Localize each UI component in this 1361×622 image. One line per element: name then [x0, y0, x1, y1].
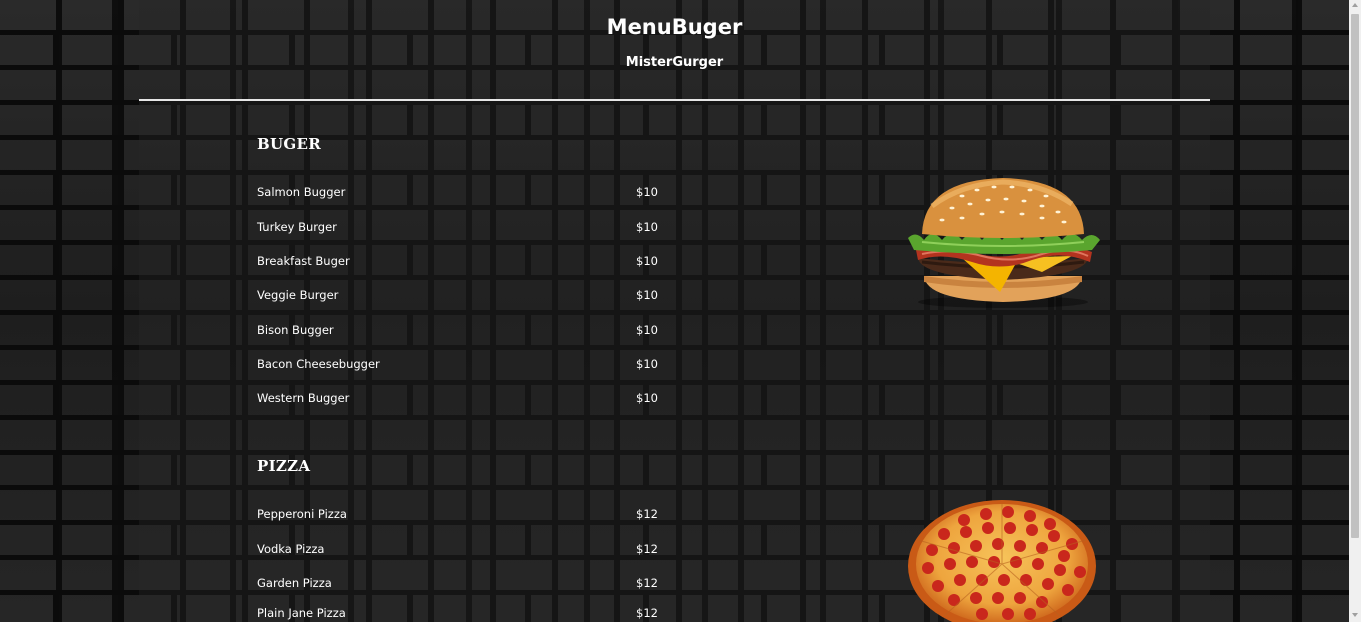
- menu-item: Plain Jane Pizza $12: [257, 606, 658, 622]
- menu-item-price: $12: [636, 576, 658, 590]
- menu-item-name: Bacon Cheesebugger: [257, 357, 380, 371]
- menu-item-price: $10: [636, 323, 658, 337]
- menu-item-price: $10: [636, 185, 658, 199]
- menu-item: Pepperoni Pizza $12: [257, 507, 658, 523]
- menu-item-name: Bison Bugger: [257, 323, 334, 337]
- menu-item: Veggie Burger $10: [257, 288, 658, 304]
- scrollbar-thumb[interactable]: [1351, 14, 1359, 538]
- section-heading-pizza: PIZZA: [257, 457, 311, 475]
- menu-item-name: Vodka Pizza: [257, 542, 325, 556]
- menu-item-name: Plain Jane Pizza: [257, 606, 346, 620]
- menu-item: Turkey Burger $10: [257, 220, 658, 236]
- menu-item-name: Western Bugger: [257, 391, 350, 405]
- scroll-up-icon[interactable]: [1352, 3, 1358, 7]
- menu-item-name: Garden Pizza: [257, 576, 332, 590]
- vertical-scrollbar[interactable]: [1349, 0, 1361, 622]
- pizza-image: [908, 500, 1096, 622]
- page-title: MenuBuger: [606, 15, 743, 39]
- menu-item-price: $10: [636, 391, 658, 405]
- menu-item-price: $12: [636, 542, 658, 556]
- page-subtitle: MisterGurger: [625, 55, 724, 70]
- menu-item-price: $10: [636, 357, 658, 371]
- menu-item-price: $10: [636, 254, 658, 268]
- menu-item: Vodka Pizza $12: [257, 542, 658, 558]
- menu-item: Western Bugger $10: [257, 391, 658, 407]
- menu-item: Bacon Cheesebugger $10: [257, 357, 658, 373]
- menu-item: Breakfast Buger $10: [257, 254, 658, 270]
- burger-image: [908, 178, 1100, 308]
- header-divider: [139, 99, 1210, 101]
- section-heading-burger: BUGER: [257, 135, 321, 153]
- menu-item-price: $12: [636, 606, 658, 620]
- scroll-down-icon[interactable]: [1352, 613, 1358, 617]
- menu-item: Salmon Bugger $10: [257, 185, 658, 201]
- menu-item: Bison Bugger $10: [257, 323, 658, 339]
- menu-item-name: Pepperoni Pizza: [257, 507, 347, 521]
- menu-item-name: Veggie Burger: [257, 288, 339, 302]
- menu-item-name: Turkey Burger: [257, 220, 337, 234]
- menu-item: Garden Pizza $12: [257, 576, 658, 592]
- menu-item-name: Salmon Bugger: [257, 185, 346, 199]
- menu-item-price: $10: [636, 288, 658, 302]
- menu-item-price: $10: [636, 220, 658, 234]
- menu-item-name: Breakfast Buger: [257, 254, 350, 268]
- menu-item-price: $12: [636, 507, 658, 521]
